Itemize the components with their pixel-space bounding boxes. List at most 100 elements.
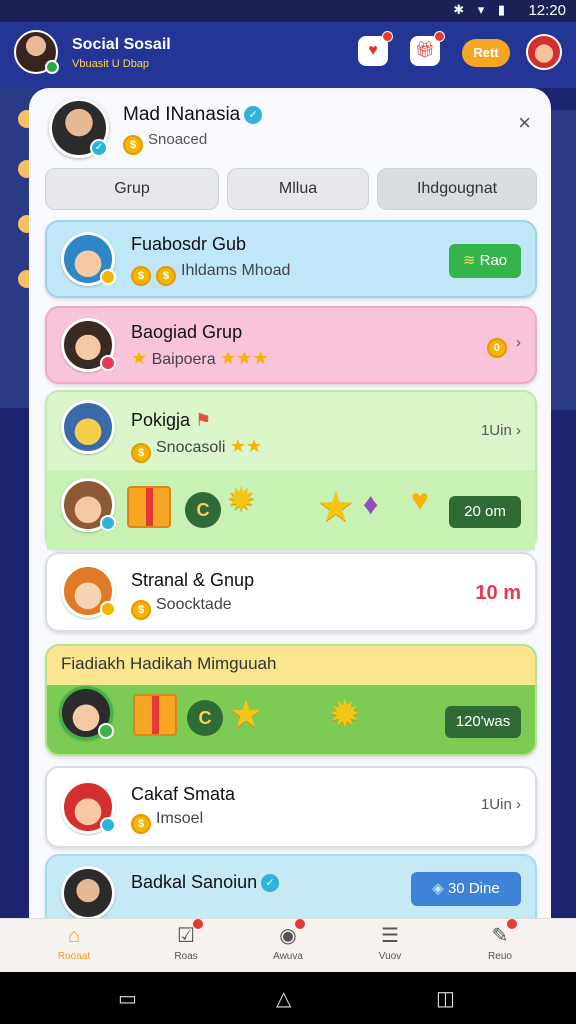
- badge-icon: [100, 817, 116, 833]
- back-icon[interactable]: ◫: [436, 986, 455, 1011]
- group-card[interactable]: Baogiad Grup ★ Baipoera ★★★ 0 ›: [45, 306, 537, 384]
- banner-title: Fiadiakh Hadikah Mimguuah: [61, 654, 277, 673]
- group-modal: ✓ Mad INanasia ✓ $ Snoaced × Grup Mllua Ih…: [29, 88, 551, 918]
- verified-icon: ✓: [244, 106, 263, 124]
- reward-button[interactable]: 120'was: [445, 706, 521, 738]
- tab-bar: Grup Mllua Ihdgougnat: [45, 168, 537, 210]
- disc-icon: ◉: [275, 919, 305, 949]
- diamond-icon: ◈: [432, 880, 448, 897]
- badge-icon: [98, 723, 114, 739]
- reward-button[interactable]: 20 om: [449, 496, 521, 528]
- heart-notification-button[interactable]: ♥: [358, 31, 393, 66]
- group-card[interactable]: Badkal Sanoiun ✓ ◈ 30 Dine: [45, 854, 537, 918]
- group-avatar: [61, 780, 116, 834]
- modal-user-status: $ Snoaced: [123, 131, 207, 155]
- coin-icon: $: [131, 443, 151, 463]
- coin-icon: C: [185, 492, 221, 528]
- star-icon: ★: [317, 483, 355, 530]
- star-icon: ★: [229, 694, 264, 736]
- group-avatar: [61, 232, 116, 286]
- coin-icon: $: [131, 814, 151, 834]
- star-badge-icon: ✹: [227, 481, 256, 519]
- group-avatar: [61, 564, 116, 618]
- promo-banner[interactable]: Fiadiakh Hadikah Mimguuah C ★ ✹ 120'was: [45, 644, 537, 756]
- gift-icon: [127, 486, 171, 528]
- coin-reward[interactable]: 0 ›: [486, 334, 521, 358]
- app-subtitle: Vbuasit U Dbap: [72, 58, 150, 70]
- heart-icon: ♥: [368, 42, 378, 59]
- badge-icon: [100, 601, 116, 617]
- group-card-expanded[interactable]: Pokigja ⚑ $ Snocasoli ★★ 1Uin › C ✹ ★ ♦ ♥…: [45, 390, 537, 550]
- status-bar: ✱ ▾ ▮ 12:20: [0, 0, 576, 22]
- coin-icon: $: [123, 135, 143, 155]
- group-subtitle: $ Imsoel: [131, 810, 203, 834]
- group-subtitle: $ Snocasoli ★★: [131, 436, 262, 463]
- group-avatar: [61, 400, 115, 454]
- notification-badge: [382, 31, 393, 42]
- home-icon: ⌂: [67, 925, 81, 947]
- star-icon: ★★: [229, 436, 263, 456]
- notification-badge: [434, 31, 445, 42]
- system-navigation: ▭ △ ◫: [0, 972, 576, 1024]
- group-members[interactable]: 1Uin ›: [481, 796, 521, 813]
- group-members[interactable]: 1Uin ›: [481, 422, 521, 439]
- coins-icon: ≋: [462, 252, 480, 269]
- star-icon: ★★★: [220, 348, 269, 368]
- chevron-right-icon: ›: [511, 422, 521, 439]
- heart-coin-icon: ♥: [411, 484, 429, 517]
- group-name: Fuabosdr Gub: [131, 234, 247, 254]
- chat-icon: ✎: [487, 919, 517, 949]
- online-indicator: [45, 60, 59, 74]
- chevron-right-icon: ›: [511, 334, 521, 351]
- bottom-navigation: ⌂ Rooaat ☑ Roas ◉ Awuva ☰ Vuov ✎ Reuo: [0, 918, 576, 972]
- user-avatar[interactable]: [14, 30, 59, 74]
- checklist-icon: ☑: [173, 919, 203, 949]
- group-card[interactable]: Fuabosdr Gub $ $ Ihldams Mhoad ≋ Rao: [45, 220, 537, 298]
- home-icon[interactable]: △: [276, 986, 291, 1011]
- gift-button[interactable]: 🎁︎: [410, 31, 445, 66]
- status-icons: ✱ ▾ ▮: [453, 2, 510, 17]
- member-avatar: [61, 478, 116, 532]
- coin-icon: $: [156, 266, 176, 286]
- coin-reward[interactable]: 10 m: [475, 582, 521, 605]
- modal-user-avatar: ✓: [49, 98, 109, 158]
- star-icon: ★: [131, 348, 148, 368]
- profile-avatar[interactable]: [526, 34, 562, 70]
- group-name: Badkal Sanoiun ✓: [131, 872, 280, 893]
- group-avatar: [61, 866, 115, 918]
- join-button[interactable]: ≋ Rao: [449, 244, 521, 278]
- close-icon[interactable]: ×: [518, 110, 531, 136]
- nav-disc[interactable]: ◉ Awuva: [248, 919, 328, 962]
- star-badge-icon: ✹: [329, 694, 361, 736]
- tab-grup[interactable]: Grup: [45, 168, 219, 210]
- nav-home[interactable]: ⌂ Rooaat: [34, 923, 114, 962]
- nav-list[interactable]: ☰ Vuov: [350, 923, 430, 962]
- nav-chat[interactable]: ✎ Reuo: [460, 919, 540, 962]
- gift-icon: 🎁︎: [414, 42, 436, 59]
- nav-tasks[interactable]: ☑ Roas: [146, 919, 226, 962]
- group-subtitle: ★ Baipoera ★★★: [131, 348, 269, 368]
- group-name: Baogiad Grup: [131, 322, 243, 342]
- group-subtitle: $ $ Ihldams Mhoad: [131, 262, 290, 286]
- tab-mllua[interactable]: Mllua: [227, 168, 369, 210]
- group-name: Cakaf Smata: [131, 784, 236, 804]
- coin-icon: $: [131, 600, 151, 620]
- join-button[interactable]: ◈ 30 Dine: [411, 872, 521, 906]
- app-title: Social Sosail: [72, 36, 171, 53]
- coin-icon: C: [187, 700, 223, 736]
- verified-icon: ✓: [261, 874, 280, 892]
- coin-icon: $: [131, 266, 151, 286]
- group-card[interactable]: Stranal & Gnup $ Soocktade 10 m: [45, 552, 537, 632]
- app-header: Social Sosail Vbuasit U Dbap ♥ 🎁︎ Rett: [0, 22, 576, 88]
- group-avatar: [61, 318, 116, 372]
- redeem-button[interactable]: Rett: [462, 39, 510, 67]
- group-subtitle: $ Soocktade: [131, 596, 232, 620]
- member-avatar: [59, 686, 114, 740]
- tab-ihdgougnat[interactable]: Ihdgougnat: [377, 168, 537, 210]
- group-card[interactable]: Cakaf Smata $ Imsoel 1Uin ›: [45, 766, 537, 848]
- status-time: 12:20: [528, 2, 566, 19]
- recents-icon[interactable]: ▭: [118, 986, 137, 1011]
- chevron-right-icon: ›: [511, 796, 521, 813]
- candy-icon: ♦: [363, 488, 379, 521]
- modal-user-name: Mad INanasia ✓: [123, 104, 263, 126]
